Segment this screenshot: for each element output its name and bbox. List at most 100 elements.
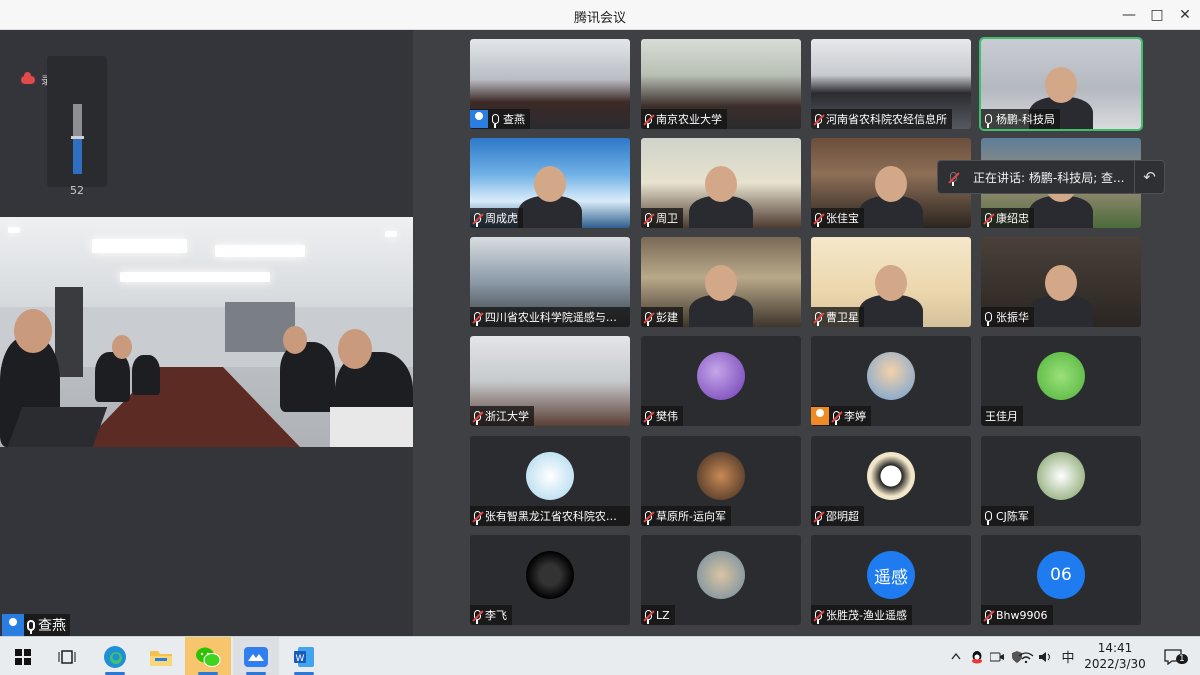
participant-tile[interactable]: 张有智黑龙江省农科院农业... [470, 436, 630, 526]
main-speaker-namebar: 查燕 [2, 614, 70, 636]
participant-tile[interactable]: 李飞 [470, 535, 630, 625]
participant-tile[interactable]: CJ陈军 [981, 436, 1141, 526]
participant-tile[interactable]: 周成虎 [470, 138, 630, 228]
participant-label: 彭建 [641, 307, 683, 327]
edge-icon [104, 645, 126, 668]
participant-label: 邵明超 [811, 506, 864, 526]
participant-label: 李飞 [470, 605, 512, 625]
participant-avatar [867, 452, 915, 500]
wifi-tray[interactable] [1016, 637, 1036, 675]
participant-avatar [1037, 452, 1085, 500]
mic-muted-icon [985, 610, 992, 624]
edge-button[interactable] [92, 637, 138, 675]
participant-avatar [697, 551, 745, 599]
mic-icon [27, 619, 35, 634]
mic-muted-icon [645, 411, 652, 425]
mic-muted-icon [815, 114, 822, 128]
ime-indicator[interactable]: 中 [1058, 637, 1078, 675]
participant-name: 张佳宝 [826, 212, 859, 225]
speaker-icon [1039, 651, 1050, 662]
participant-tile[interactable]: 浙江大学 [470, 336, 630, 426]
qq-icon [972, 650, 982, 663]
clock-time: 14:41 [1097, 641, 1133, 655]
participant-tile[interactable]: 李婷 [811, 336, 971, 426]
participant-label: 王佳月 [981, 406, 1023, 426]
participant-tile[interactable]: 彭建 [641, 237, 801, 327]
volume-panel: 52 [47, 56, 107, 197]
main-video-pane: 录制中 52 查燕 [0, 30, 413, 636]
participant-tile[interactable]: 邵明超 [811, 436, 971, 526]
participant-label: 李婷 [811, 406, 871, 426]
task-view-button[interactable] [44, 637, 90, 675]
mic-muted-icon [474, 511, 481, 525]
participant-tile[interactable]: 周卫 [641, 138, 801, 228]
mic-muted-icon [833, 411, 840, 425]
mic-muted-icon [474, 411, 481, 425]
mic-muted-icon [950, 172, 957, 186]
wechat-button[interactable] [185, 637, 231, 675]
participant-avatar: 遥感 [867, 551, 915, 599]
participant-name: 康绍忠 [996, 212, 1029, 225]
task-view-icon [58, 649, 76, 664]
participant-tile[interactable]: 遥感张胜茂-渔业遥感 [811, 535, 971, 625]
participant-tile[interactable]: 草原所-运向军 [641, 436, 801, 526]
tencent-meeting-button[interactable] [233, 637, 279, 675]
start-button[interactable] [0, 637, 46, 675]
participant-label: 康绍忠 [981, 208, 1034, 228]
participant-tile[interactable]: 曹卫星 [811, 237, 971, 327]
windows-taskbar: W 中 14:41 2022/3/30 1 [0, 636, 1200, 675]
participant-name: 浙江大学 [485, 410, 529, 423]
participant-name: 彭建 [656, 311, 678, 324]
participant-avatar [526, 551, 574, 599]
volume-slider[interactable] [71, 104, 84, 174]
participant-tile[interactable]: 查燕 [470, 39, 630, 129]
close-button[interactable]: ✕ [1168, 0, 1200, 30]
participant-avatar: 06 [1037, 551, 1085, 599]
participant-name: 张振华 [996, 311, 1029, 324]
camera-tray[interactable] [988, 637, 1006, 675]
volume-knob[interactable] [71, 135, 84, 139]
participant-label: 张振华 [981, 307, 1034, 327]
participant-name: 李飞 [485, 609, 507, 622]
start-icon [15, 648, 31, 665]
collapse-back-icon[interactable]: ↶ [1134, 161, 1164, 193]
participant-tile[interactable]: 四川省农业科学院遥感与数... [470, 237, 630, 327]
participant-name: LZ [656, 608, 670, 622]
participant-tile[interactable]: 张振华 [981, 237, 1141, 327]
volume-tray[interactable] [1037, 637, 1055, 675]
participant-tile[interactable]: 06 Bhw9906 [981, 535, 1141, 625]
participant-tile[interactable]: 王佳月 [981, 336, 1141, 426]
main-speaker-name: 查燕 [38, 618, 66, 634]
speaking-banner[interactable]: 正在讲话: 杨鹏-科技局; 查... ↶ [937, 160, 1165, 194]
mic-icon [985, 114, 992, 128]
file-explorer-icon [150, 650, 172, 666]
mic-muted-icon [474, 312, 481, 326]
participant-label: 张佳宝 [811, 208, 864, 228]
clock-date: 2022/3/30 [1084, 657, 1146, 671]
show-hidden-icons-button[interactable] [947, 637, 965, 675]
participant-tile[interactable]: 河南省农科院农经信息所 [811, 39, 971, 129]
participant-tile[interactable]: LZ [641, 535, 801, 625]
mic-muted-icon [645, 312, 652, 326]
participant-label: 河南省农科院农经信息所 [811, 109, 952, 129]
notification-center-button[interactable]: 1 [1156, 637, 1190, 675]
main-speaker-video [0, 217, 413, 447]
word-button[interactable]: W [281, 637, 327, 675]
file-explorer-button[interactable] [138, 637, 184, 675]
mic-muted-icon [474, 213, 481, 227]
qq-tray[interactable] [968, 637, 986, 675]
mic-muted-icon [645, 610, 652, 624]
volume-value: 52 [70, 184, 84, 197]
participant-tile[interactable]: 南京农业大学 [641, 39, 801, 129]
participant-label: 周卫 [641, 208, 683, 228]
participant-avatar [697, 452, 745, 500]
participant-tile[interactable]: 杨鹏-科技局 [979, 37, 1143, 131]
participant-label: 曹卫星 [811, 307, 864, 327]
system-clock[interactable]: 14:41 2022/3/30 [1080, 640, 1150, 672]
participant-tile[interactable]: 樊伟 [641, 336, 801, 426]
participant-label: 草原所-运向军 [641, 506, 731, 526]
participant-label: 查燕 [470, 109, 530, 129]
participant-label: CJ陈军 [981, 506, 1034, 526]
participant-name: 张胜茂-渔业遥感 [826, 609, 907, 622]
mic-muted-icon [815, 610, 822, 624]
